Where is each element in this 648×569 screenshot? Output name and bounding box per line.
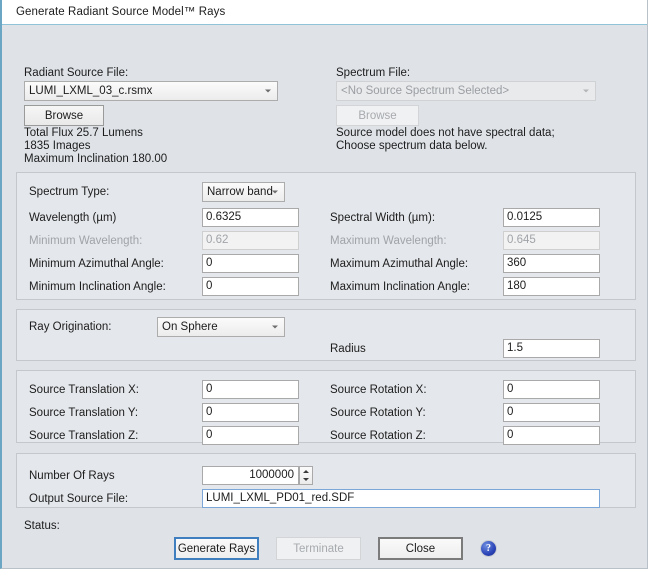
radiant-source-info-line-1: Total Flux 25.7 Lumens xyxy=(24,127,143,140)
terminate-button[interactable]: Terminate xyxy=(276,537,361,560)
minimum-inclination-angle-label: Minimum Inclination Angle: xyxy=(29,281,166,293)
spectrum-file-info-line-2: Choose spectrum data below. xyxy=(336,140,488,153)
stepper-down-button[interactable] xyxy=(300,476,312,485)
wavelength-label: Wavelength (µm) xyxy=(29,212,116,224)
spectrum-type-combo[interactable]: Narrow band xyxy=(202,182,285,202)
source-transform-group: Source Translation X: 0 Source Rotation … xyxy=(16,370,636,443)
ray-origination-label: Ray Origination: xyxy=(29,321,111,333)
source-rotation-x-input[interactable]: 0 xyxy=(503,380,600,399)
spectral-width-input[interactable]: 0.0125 xyxy=(503,208,600,227)
page-title: Generate Radiant Source Model™ Rays xyxy=(16,6,225,18)
wavelength-input[interactable]: 0.6325 xyxy=(202,208,299,227)
source-translation-z-label: Source Translation Z: xyxy=(29,430,138,442)
spectrum-type-combo-value: Narrow band xyxy=(207,186,273,198)
ray-origination-combo-value: On Sphere xyxy=(162,321,218,333)
chevron-down-icon xyxy=(265,90,271,93)
title-bar: Generate Radiant Source Model™ Rays xyxy=(2,0,647,25)
caret-up-icon xyxy=(303,470,309,473)
maximum-azimuthal-angle-label: Maximum Azimuthal Angle: xyxy=(330,258,468,270)
source-rotation-y-label: Source Rotation Y: xyxy=(330,407,426,419)
dialog-client-area: Radiant Source File: LUMI_LXML_03_c.rsmx… xyxy=(2,25,647,567)
radiant-source-file-label: Radiant Source File: xyxy=(24,67,128,79)
source-rotation-z-input[interactable]: 0 xyxy=(503,426,600,445)
rays-output-group: Number Of Rays 1000000 Output Source Fil… xyxy=(16,453,636,508)
spectral-width-label: Spectral Width (µm): xyxy=(330,212,435,224)
number-of-rays-label: Number Of Rays xyxy=(29,470,115,482)
close-button[interactable]: Close xyxy=(378,537,463,560)
chevron-down-icon xyxy=(583,90,589,93)
minimum-wavelength-label: Minimum Wavelength: xyxy=(29,235,142,247)
ray-origination-group: Ray Origination: On Sphere Radius 1.5 xyxy=(16,309,636,361)
minimum-wavelength-input: 0.62 xyxy=(202,231,299,250)
source-translation-y-label: Source Translation Y: xyxy=(29,407,138,419)
spectrum-file-browse-button[interactable]: Browse xyxy=(336,105,419,126)
maximum-azimuthal-angle-input[interactable]: 360 xyxy=(503,254,600,273)
radiant-source-file-combo[interactable]: LUMI_LXML_03_c.rsmx xyxy=(24,81,278,101)
source-rotation-x-label: Source Rotation X: xyxy=(330,384,427,396)
minimum-azimuthal-angle-label: Minimum Azimuthal Angle: xyxy=(29,258,164,270)
radiant-source-info-line-2: 1835 Images xyxy=(24,140,91,153)
number-of-rays-input[interactable]: 1000000 xyxy=(202,466,299,485)
maximum-inclination-angle-input[interactable]: 180 xyxy=(503,277,600,296)
source-rotation-y-input[interactable]: 0 xyxy=(503,403,600,422)
radiant-source-file-combo-value: LUMI_LXML_03_c.rsmx xyxy=(29,85,152,97)
maximum-wavelength-label: Maximum Wavelength: xyxy=(330,235,447,247)
caret-down-icon xyxy=(303,478,309,481)
dialog-window: Generate Radiant Source Model™ Rays Radi… xyxy=(0,0,648,569)
source-translation-y-input[interactable]: 0 xyxy=(202,403,299,422)
status-label: Status: xyxy=(24,520,60,532)
spectrum-file-label: Spectrum File: xyxy=(336,67,410,79)
spectrum-file-info-line-1: Source model does not have spectral data… xyxy=(336,127,555,140)
radius-label: Radius xyxy=(330,343,366,355)
radiant-source-browse-button[interactable]: Browse xyxy=(24,105,104,126)
spectrum-file-combo[interactable]: <No Source Spectrum Selected> xyxy=(336,81,596,101)
maximum-inclination-angle-label: Maximum Inclination Angle: xyxy=(330,281,470,293)
output-source-file-input[interactable]: LUMI_LXML_PD01_red.SDF xyxy=(202,489,600,508)
source-rotation-z-label: Source Rotation Z: xyxy=(330,430,426,442)
stepper-up-button[interactable] xyxy=(300,467,312,476)
spectrum-file-combo-value: <No Source Spectrum Selected> xyxy=(341,85,509,97)
minimum-azimuthal-angle-input[interactable]: 0 xyxy=(202,254,299,273)
maximum-wavelength-input: 0.645 xyxy=(503,231,600,250)
radiant-source-info-line-3: Maximum Inclination 180.00 xyxy=(24,153,167,166)
chevron-down-icon xyxy=(272,326,278,329)
source-translation-x-input[interactable]: 0 xyxy=(202,380,299,399)
radius-input[interactable]: 1.5 xyxy=(503,339,600,358)
source-translation-x-label: Source Translation X: xyxy=(29,384,139,396)
spectrum-type-label: Spectrum Type: xyxy=(29,186,109,198)
minimum-inclination-angle-input[interactable]: 0 xyxy=(202,277,299,296)
help-icon[interactable]: ? xyxy=(481,541,496,556)
source-translation-z-input[interactable]: 0 xyxy=(202,426,299,445)
number-of-rays-stepper[interactable] xyxy=(299,466,313,485)
ray-origination-combo[interactable]: On Sphere xyxy=(157,317,285,337)
chevron-down-icon xyxy=(272,191,278,194)
spectrum-settings-group: Spectrum Type: Narrow band Wavelength (µ… xyxy=(16,172,636,300)
generate-rays-button[interactable]: Generate Rays xyxy=(174,537,259,560)
output-source-file-label: Output Source File: xyxy=(29,493,128,505)
